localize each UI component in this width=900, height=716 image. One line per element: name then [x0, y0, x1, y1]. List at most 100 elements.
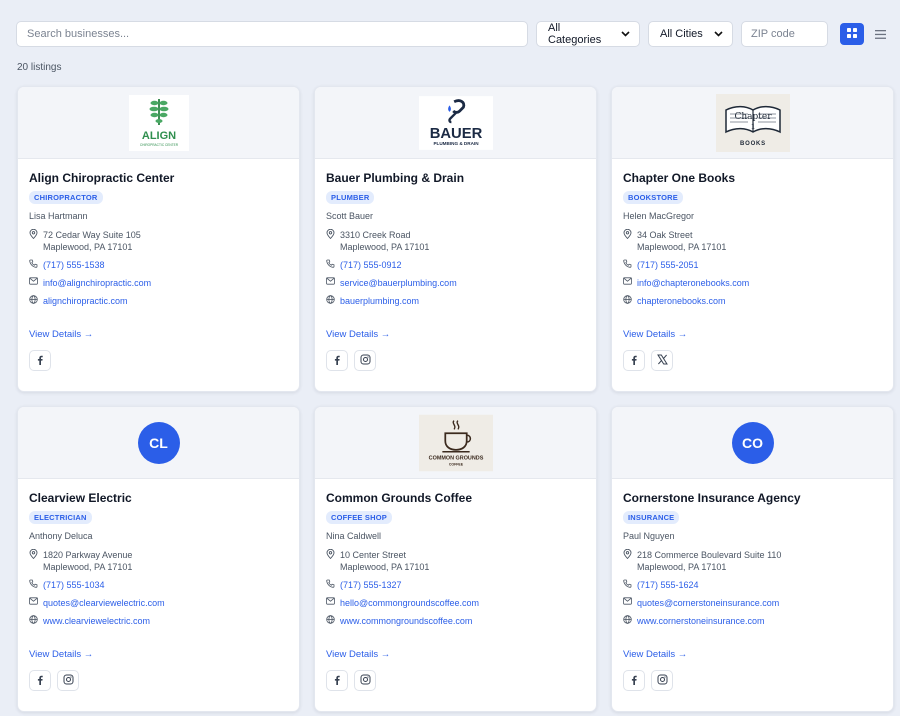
- globe-icon: [623, 295, 637, 307]
- email-row: quotes@cornerstoneinsurance.com: [623, 597, 882, 609]
- location-pin-icon: [29, 548, 43, 562]
- phone-icon: [326, 579, 340, 591]
- email-link[interactable]: quotes@clearviewelectric.com: [43, 597, 165, 609]
- business-name: Clearview Electric: [29, 491, 132, 505]
- zip-placeholder: ZIP code: [751, 28, 795, 40]
- listing-count: 20 listings: [17, 62, 62, 73]
- facebook-button[interactable]: [623, 670, 645, 691]
- website-link[interactable]: chapteronebooks.com: [637, 295, 726, 307]
- address-line1: 1820 Parkway Avenue: [43, 550, 133, 560]
- view-details-link[interactable]: View Details →: [623, 329, 882, 340]
- phone-icon: [326, 259, 340, 271]
- facebook-icon: [631, 352, 637, 370]
- facebook-button[interactable]: [29, 350, 51, 371]
- grid-icon: [847, 25, 857, 43]
- card-header: BAUER PLUMBING & DRAIN: [315, 87, 596, 159]
- instagram-button[interactable]: [354, 670, 376, 691]
- facebook-icon: [37, 352, 43, 370]
- listing-card: BAUER PLUMBING & DRAIN Bauer Plumbing & …: [314, 86, 597, 392]
- social-links: [326, 350, 585, 371]
- email-link[interactable]: hello@commongroundscoffee.com: [340, 597, 479, 609]
- phone-link[interactable]: (717) 555-1538: [43, 259, 105, 271]
- category-badge: INSURANCE: [623, 511, 680, 524]
- logo-text: Chapter: [734, 112, 772, 122]
- facebook-button[interactable]: [623, 350, 645, 371]
- website-link[interactable]: www.commongroundscoffee.com: [340, 615, 472, 627]
- search-input[interactable]: [16, 21, 528, 47]
- email-link[interactable]: service@bauerplumbing.com: [340, 277, 457, 289]
- owner-name: Anthony Deluca: [29, 531, 93, 541]
- zip-input[interactable]: ZIP code: [741, 21, 828, 47]
- address-line1: 3310 Creek Road: [340, 230, 411, 240]
- facebook-icon: [334, 352, 340, 370]
- location-pin-icon: [623, 228, 637, 242]
- logo-text: COMMON GROUNDS: [428, 455, 483, 461]
- view-details-link[interactable]: View Details →: [326, 649, 585, 660]
- view-details-link[interactable]: View Details →: [326, 329, 585, 340]
- location-pin-icon: [326, 228, 340, 242]
- category-select[interactable]: All Categories: [536, 21, 640, 47]
- city-select[interactable]: All Cities: [648, 21, 733, 47]
- website-link[interactable]: www.cornerstoneinsurance.com: [637, 615, 765, 627]
- website-row: alignchiropractic.com: [29, 295, 288, 307]
- phone-link[interactable]: (717) 555-0912: [340, 259, 402, 271]
- list-view-button[interactable]: [868, 23, 892, 45]
- website-link[interactable]: bauerplumbing.com: [340, 295, 419, 307]
- facebook-icon: [334, 672, 340, 690]
- address-line1: 218 Commerce Boulevard Suite 110: [637, 550, 782, 560]
- phone-link[interactable]: (717) 555-2051: [637, 259, 699, 271]
- email-link[interactable]: quotes@cornerstoneinsurance.com: [637, 597, 779, 609]
- facebook-button[interactable]: [29, 670, 51, 691]
- card-header: ALIGN CHIROPRACTIC CENTER: [18, 87, 299, 159]
- social-links: [623, 350, 882, 371]
- grid-view-button[interactable]: [840, 23, 864, 45]
- listing-grid: ALIGN CHIROPRACTIC CENTER Align Chiropra…: [17, 86, 895, 712]
- phone-link[interactable]: (717) 555-1624: [637, 579, 699, 591]
- logo-text: BAUER: [429, 125, 482, 141]
- list-icon: [874, 27, 886, 42]
- instagram-button[interactable]: [651, 670, 673, 691]
- x-icon: [656, 352, 668, 370]
- phone-link[interactable]: (717) 555-1327: [340, 579, 402, 591]
- facebook-button[interactable]: [326, 670, 348, 691]
- logo-subtext: CHIROPRACTIC CENTER: [139, 143, 178, 147]
- view-details-link[interactable]: View Details →: [29, 329, 288, 340]
- facebook-button[interactable]: [326, 350, 348, 371]
- website-link[interactable]: alignchiropractic.com: [43, 295, 128, 307]
- globe-icon: [623, 615, 637, 627]
- email-row: service@bauerplumbing.com: [326, 277, 585, 289]
- owner-name: Helen MacGregor: [623, 211, 695, 221]
- instagram-button[interactable]: [57, 670, 79, 691]
- phone-row: (717) 555-1034: [29, 579, 288, 591]
- phone-row: (717) 555-0912: [326, 259, 585, 271]
- website-link[interactable]: www.clearviewelectric.com: [43, 615, 150, 627]
- view-details-link[interactable]: View Details →: [29, 649, 288, 660]
- logo-text: ALIGN: [141, 130, 175, 142]
- email-row: quotes@clearviewelectric.com: [29, 597, 288, 609]
- location-pin-icon: [623, 548, 637, 562]
- address-line2: Maplewood, PA 17101: [43, 242, 133, 252]
- email-link[interactable]: info@chapteronebooks.com: [637, 277, 749, 289]
- view-details-link[interactable]: View Details →: [623, 649, 882, 660]
- business-name: Common Grounds Coffee: [326, 491, 472, 505]
- globe-icon: [29, 615, 43, 627]
- website-row: www.clearviewelectric.com: [29, 615, 288, 627]
- business-avatar: CL: [137, 421, 180, 464]
- x-button[interactable]: [651, 350, 673, 371]
- logo-subtext: COFFEE: [448, 462, 463, 466]
- instagram-icon: [63, 672, 74, 690]
- view-toggle: [840, 23, 892, 45]
- phone-row: (717) 555-1327: [326, 579, 585, 591]
- logo-subtext: BOOKS: [739, 141, 765, 147]
- listing-card: CO Cornerstone Insurance Agency INSURANC…: [611, 406, 894, 712]
- email-link[interactable]: info@alignchiropractic.com: [43, 277, 151, 289]
- card-header: CO: [612, 407, 893, 479]
- instagram-icon: [657, 672, 668, 690]
- phone-link[interactable]: (717) 555-1034: [43, 579, 105, 591]
- instagram-button[interactable]: [354, 350, 376, 371]
- website-row: www.commongroundscoffee.com: [326, 615, 585, 627]
- business-name: Chapter One Books: [623, 171, 736, 185]
- category-badge: PLUMBER: [326, 191, 375, 204]
- instagram-icon: [360, 352, 371, 370]
- business-avatar: CO: [731, 421, 774, 464]
